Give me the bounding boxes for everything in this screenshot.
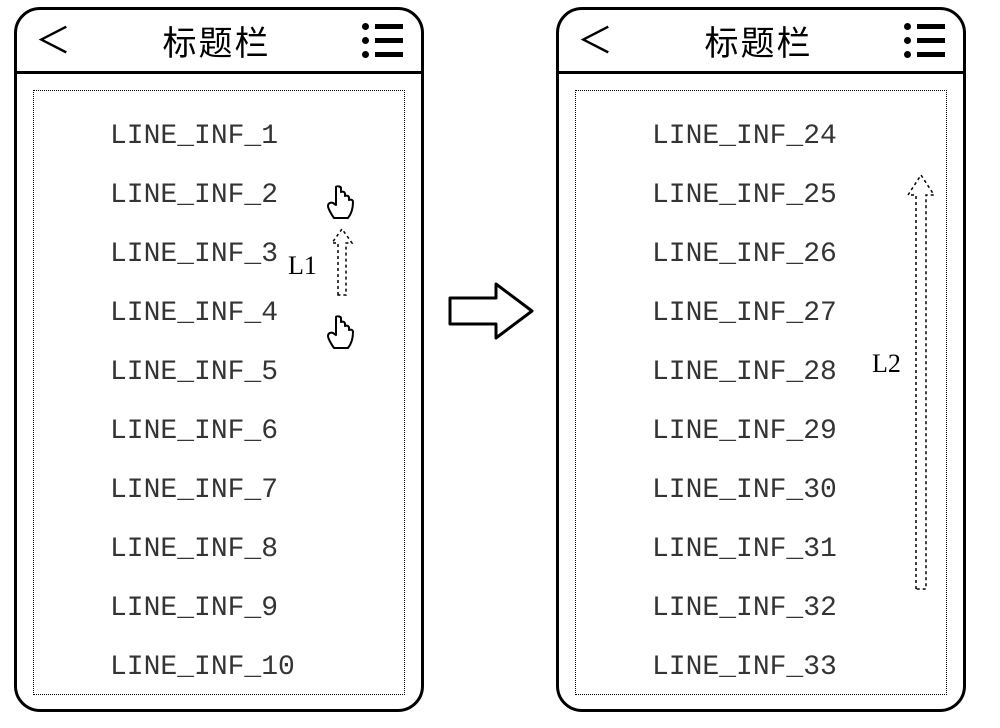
page-title: 标题栏 [71,16,362,65]
scroll-up-arrow-large [906,173,936,593]
list-item[interactable]: LINE_INF_25 [576,166,946,225]
back-button[interactable]: ＜ [35,23,71,59]
list-item[interactable]: LINE_INF_29 [576,402,946,461]
list-item[interactable]: LINE_INF_32 [576,579,946,638]
list-item[interactable]: LINE_INF_1 [34,107,404,166]
list-item[interactable]: LINE_INF_31 [576,520,946,579]
list: LINE_INF_24 LINE_INF_25 LINE_INF_26 LINE… [576,107,946,697]
list-item[interactable]: LINE_INF_24 [576,107,946,166]
back-button[interactable]: ＜ [577,23,613,59]
list-item[interactable]: LINE_INF_8 [34,520,404,579]
label-l1: L1 [288,251,317,281]
diagram-stage: ＜ 标题栏 LINE_INF_1 LINE_INF_2 LINE_INF_3 L… [0,0,1000,728]
list-item[interactable]: LINE_INF_33 [576,638,946,697]
pointer-cursor-icon [322,313,358,353]
list-item[interactable]: LINE_INF_30 [576,461,946,520]
list-item[interactable]: LINE_INF_7 [34,461,404,520]
scroll-up-arrow-small [330,227,354,299]
menu-icon[interactable] [362,23,403,58]
menu-icon[interactable] [904,23,945,58]
list-container[interactable]: LINE_INF_24 LINE_INF_25 LINE_INF_26 LINE… [575,90,947,695]
phone-before: ＜ 标题栏 LINE_INF_1 LINE_INF_2 LINE_INF_3 L… [14,7,424,712]
list-item[interactable]: LINE_INF_26 [576,225,946,284]
list-item[interactable]: LINE_INF_10 [34,638,404,697]
transition-arrow-icon [448,280,536,342]
title-bar: ＜ 标题栏 [559,10,963,74]
list-container[interactable]: LINE_INF_1 LINE_INF_2 LINE_INF_3 LINE_IN… [33,90,405,695]
label-l2: L2 [872,349,901,379]
pointer-cursor-icon [322,183,358,223]
list-item[interactable]: LINE_INF_9 [34,579,404,638]
title-bar: ＜ 标题栏 [17,10,421,74]
list-item[interactable]: LINE_INF_27 [576,284,946,343]
phone-after: ＜ 标题栏 LINE_INF_24 LINE_INF_25 LINE_INF_2… [556,7,966,712]
list-item[interactable]: LINE_INF_6 [34,402,404,461]
page-title: 标题栏 [613,16,904,65]
